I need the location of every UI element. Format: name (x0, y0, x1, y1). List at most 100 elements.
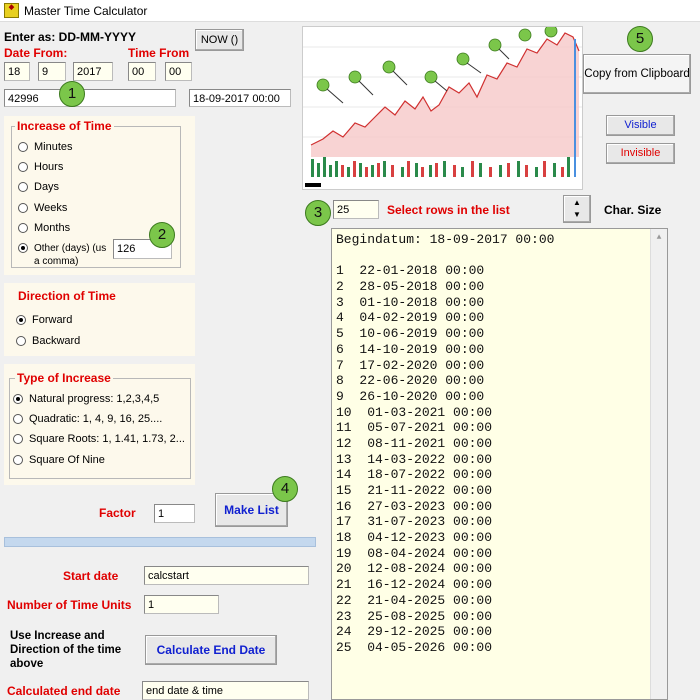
now-button[interactable]: NOW () (195, 29, 244, 51)
marker-5: 5 (627, 26, 653, 52)
format-label: Enter as: DD-MM-YYYY (4, 30, 137, 44)
radio-dot[interactable] (13, 414, 23, 424)
radio-weeks[interactable]: Weeks (18, 202, 67, 215)
radio-dot[interactable] (16, 315, 26, 325)
list-item[interactable]: 4 04-02-2019 00:00 (332, 310, 650, 326)
list-item[interactable]: 9 26-10-2020 00:00 (332, 389, 650, 405)
date-list[interactable]: Begindatum: 18-09-2017 00:00 1 22-01-201… (331, 228, 668, 700)
radio-minutes[interactable]: Minutes (18, 141, 73, 154)
list-item[interactable]: 17 31-07-2023 00:00 (332, 514, 650, 530)
list-item[interactable]: 16 27-03-2023 00:00 (332, 499, 650, 515)
list-item[interactable]: 19 08-04-2024 00:00 (332, 546, 650, 562)
chart-thumbnail (302, 26, 583, 190)
date-from-label: Date From: (4, 46, 68, 60)
list-item[interactable]: 1 22-01-2018 00:00 (332, 263, 650, 279)
radio-label: Months (34, 222, 71, 234)
radio-label: Weeks (34, 202, 68, 214)
spinner-down-icon[interactable]: ▼ (564, 209, 590, 221)
datetime-field[interactable]: 18-09-2017 00:00 (189, 89, 291, 107)
radio-dot[interactable] (18, 203, 28, 213)
visible-button[interactable]: Visible (606, 115, 675, 136)
marker-1: 1 (59, 81, 85, 107)
radio-dot[interactable] (13, 394, 23, 404)
end-date-field[interactable]: end date & time (142, 681, 309, 700)
list-item[interactable]: 13 14-03-2022 00:00 (332, 452, 650, 468)
list-item[interactable]: 24 29-12-2025 00:00 (332, 624, 650, 640)
list-item[interactable]: 10 01-03-2021 00:00 (332, 405, 650, 421)
list-item[interactable]: 3 01-10-2018 00:00 (332, 295, 650, 311)
calculate-end-date-button[interactable]: Calculate End Date (145, 635, 277, 665)
list-item[interactable]: 11 05-07-2021 00:00 (332, 420, 650, 436)
spinner-up-icon[interactable]: ▲ (564, 197, 590, 209)
factor-label: Factor (99, 506, 136, 520)
serial-field[interactable]: 42996 (4, 89, 176, 107)
units-label: Number of Time Units (7, 598, 132, 612)
list-item[interactable]: 22 21-04-2025 00:00 (332, 593, 650, 609)
radio-label: Square Of Nine (29, 454, 105, 466)
start-date-field[interactable]: calcstart (144, 566, 309, 585)
radio-label: Natural progress: 1,2,3,4,5 (29, 393, 160, 405)
radio-forward[interactable]: Forward (16, 314, 72, 327)
list-item[interactable]: 8 22-06-2020 00:00 (332, 373, 650, 389)
increase-label: Increase of Time (15, 119, 114, 133)
start-date-label: Start date (63, 569, 119, 583)
char-size-spinner[interactable]: ▲ ▼ (563, 195, 591, 223)
radio-dot[interactable] (13, 455, 23, 465)
units-field[interactable]: 1 (144, 595, 219, 614)
list-item[interactable]: 18 04-12-2023 00:00 (332, 530, 650, 546)
list-item[interactable]: 5 10-06-2019 00:00 (332, 326, 650, 342)
list-item[interactable]: 7 17-02-2020 00:00 (332, 358, 650, 374)
radio-quadratic[interactable]: Quadratic: 1, 4, 9, 16, 25.... (13, 413, 162, 426)
divider-bar (4, 537, 316, 547)
marker-4: 4 (272, 476, 298, 502)
day-field[interactable]: 18 (4, 62, 30, 81)
rows-field[interactable]: 25 (333, 200, 379, 219)
invisible-button[interactable]: Invisible (606, 143, 675, 164)
factor-field[interactable]: 1 (154, 504, 195, 523)
radio-dot[interactable] (18, 162, 28, 172)
rows-label: Select rows in the list (387, 203, 510, 217)
radio-backward[interactable]: Backward (16, 335, 80, 348)
date-list-content: Begindatum: 18-09-2017 00:00 1 22-01-201… (332, 232, 650, 656)
list-rows: 1 22-01-2018 00:00 2 28-05-2018 00:00 3 01… (332, 263, 650, 655)
list-scrollbar[interactable]: ▲ (650, 229, 667, 699)
list-item[interactable]: 25 04-05-2026 00:00 (332, 640, 650, 656)
time-from-label: Time From (128, 46, 190, 60)
list-blank (332, 248, 650, 264)
radio-natural[interactable]: Natural progress: 1,2,3,4,5 (13, 393, 159, 406)
radio-dot[interactable] (18, 182, 28, 192)
list-item[interactable]: 14 18-07-2022 00:00 (332, 467, 650, 483)
radio-hours[interactable]: Hours (18, 161, 63, 174)
copy-from-clipboard-button[interactable]: Copy from Clipboard (583, 54, 691, 94)
radio-square-roots[interactable]: Square Roots: 1, 1.41, 1.73, 2... (13, 433, 185, 446)
radio-label: Minutes (34, 141, 73, 153)
month-field[interactable]: 9 (38, 62, 66, 81)
hour-field[interactable]: 00 (128, 62, 156, 81)
marker-2: 2 (149, 222, 175, 248)
list-item[interactable]: 23 25-08-2025 00:00 (332, 609, 650, 625)
use-increase-label: Use Increase and Direction of the time a… (10, 630, 122, 670)
radio-dot[interactable] (16, 336, 26, 346)
list-item[interactable]: 12 08-11-2021 00:00 (332, 436, 650, 452)
list-item[interactable]: 20 12-08-2024 00:00 (332, 561, 650, 577)
char-size-label: Char. Size (604, 203, 662, 217)
radio-dot[interactable] (18, 142, 28, 152)
scroll-up-icon[interactable]: ▲ (651, 229, 667, 242)
radio-label: Quadratic: 1, 4, 9, 16, 25.... (29, 413, 163, 425)
year-field[interactable]: 2017 (73, 62, 113, 81)
list-item[interactable]: 2 28-05-2018 00:00 (332, 279, 650, 295)
radio-dot[interactable] (13, 434, 23, 444)
direction-label: Direction of Time (16, 289, 118, 303)
radio-days[interactable]: Days (18, 181, 59, 194)
list-item[interactable]: 15 21-11-2022 00:00 (332, 483, 650, 499)
radio-dot[interactable] (18, 223, 28, 233)
list-item[interactable]: 6 14-10-2019 00:00 (332, 342, 650, 358)
radio-dot[interactable] (18, 243, 28, 253)
radio-label: Backward (32, 335, 81, 347)
radio-other[interactable]: Other (days) (us a comma) (18, 242, 108, 268)
end-date-label: Calculated end date (7, 684, 121, 698)
list-item[interactable]: 21 16-12-2024 00:00 (332, 577, 650, 593)
radio-months[interactable]: Months (18, 222, 70, 235)
minute-field[interactable]: 00 (165, 62, 192, 81)
radio-square-of-nine[interactable]: Square Of Nine (13, 454, 105, 467)
